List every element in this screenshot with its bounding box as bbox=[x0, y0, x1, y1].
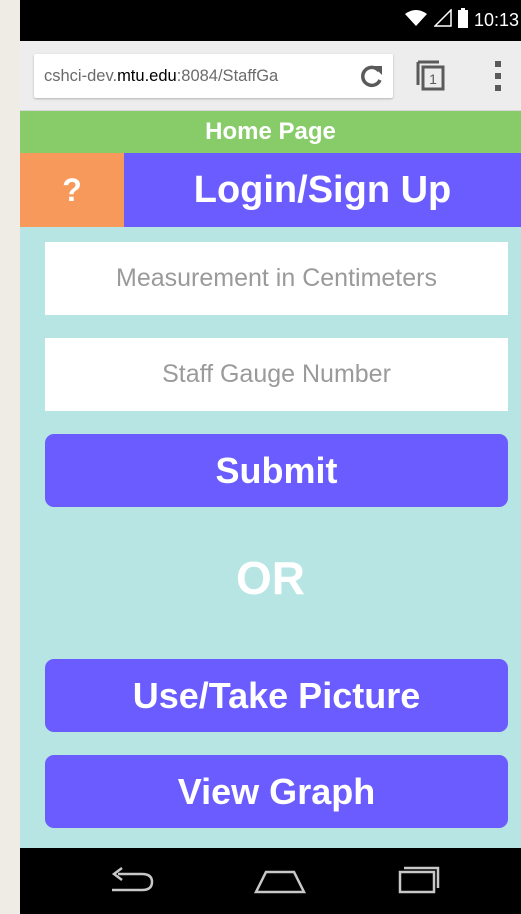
take-picture-button[interactable]: Use/Take Picture bbox=[45, 659, 508, 732]
status-time: 10:13 bbox=[473, 10, 519, 30]
help-button[interactable]: ? bbox=[20, 153, 124, 227]
or-divider: OR bbox=[236, 552, 305, 604]
tab-count: 1 bbox=[429, 71, 437, 87]
reload-icon[interactable] bbox=[359, 63, 385, 89]
status-icons: 10:13 bbox=[404, 0, 521, 41]
battery-icon bbox=[457, 8, 468, 33]
status-bar: 10:13 bbox=[20, 0, 521, 41]
url-prefix: cshci-dev. bbox=[44, 66, 118, 85]
login-signup-button[interactable]: Login/Sign Up bbox=[124, 153, 521, 227]
browser-toolbar: cshci-dev. mtu.edu:8084/StaffGa 1 bbox=[20, 41, 521, 111]
recents-icon[interactable] bbox=[394, 864, 442, 903]
tabs-icon[interactable]: 1 bbox=[415, 59, 445, 91]
phone-screen: 10:13 cshci-dev.mtu.edu:8084/StaffGa 1 bbox=[20, 0, 521, 914]
submit-button[interactable]: Submit bbox=[45, 434, 508, 507]
url-host: mtu.edu bbox=[117, 66, 177, 85]
back-icon[interactable] bbox=[108, 864, 156, 903]
url-suffix: :8084/StaffGa bbox=[176, 66, 279, 85]
header-row: ? Login/Sign Up bbox=[20, 153, 521, 227]
wifi-icon bbox=[404, 9, 428, 32]
menu-icon[interactable] bbox=[492, 61, 504, 91]
signal-icon bbox=[433, 8, 452, 32]
home-icon[interactable] bbox=[252, 864, 308, 903]
nav-bar bbox=[20, 848, 521, 914]
staff-gauge-input[interactable] bbox=[45, 338, 508, 411]
home-page-link[interactable]: Home Page bbox=[20, 111, 521, 153]
view-graph-button[interactable]: View Graph bbox=[45, 755, 508, 828]
url-field[interactable]: cshci-dev. mtu.edu:8084/StaffGa bbox=[34, 54, 393, 98]
measurement-input[interactable] bbox=[45, 242, 508, 315]
